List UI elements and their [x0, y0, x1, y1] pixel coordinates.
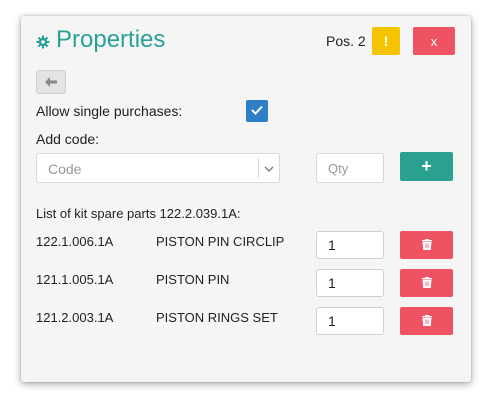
back-button[interactable]	[36, 70, 66, 94]
trash-icon	[421, 238, 432, 253]
trash-icon	[421, 276, 432, 291]
panel-header: Properties	[36, 26, 165, 54]
delete-button[interactable]	[400, 307, 453, 335]
part-name: PISTON RINGS SET	[156, 310, 278, 325]
allow-single-checkbox[interactable]	[246, 100, 268, 122]
part-qty-input[interactable]	[316, 269, 384, 297]
delete-button[interactable]	[400, 269, 453, 297]
part-name: PISTON PIN	[156, 272, 230, 287]
delete-button[interactable]	[400, 231, 453, 259]
part-name: PISTON PIN CIRCLIP	[156, 234, 285, 249]
list-item: 121.2.003.1A PISTON RINGS SET	[21, 307, 471, 337]
select-divider	[258, 158, 259, 178]
close-button[interactable]: x	[413, 27, 455, 55]
kit-list-title: List of kit spare parts 122.2.039.1A:	[36, 206, 241, 221]
page-title: Properties	[56, 26, 166, 53]
add-code-button[interactable]: +	[400, 152, 453, 181]
gear-icon	[36, 35, 50, 49]
position-label: Pos. 2	[326, 33, 366, 49]
warning-button[interactable]: !	[372, 27, 400, 55]
trash-icon	[421, 314, 432, 329]
add-code-label: Add code:	[36, 131, 100, 147]
part-code: 121.2.003.1A	[36, 310, 114, 325]
code-select[interactable]: Code	[36, 153, 280, 183]
part-qty-input[interactable]	[316, 307, 384, 335]
list-item: 121.1.005.1A PISTON PIN	[21, 269, 471, 299]
allow-single-label: Allow single purchases:	[36, 103, 183, 119]
part-code: 122.1.006.1A	[36, 234, 114, 249]
qty-input[interactable]	[316, 153, 384, 183]
list-item: 122.1.006.1A PISTON PIN CIRCLIP	[21, 231, 471, 261]
properties-panel: Properties Pos. 2 ! x Allow single purch…	[21, 16, 471, 382]
chevron-down-icon	[263, 162, 275, 174]
code-placeholder: Code	[48, 161, 82, 177]
part-code: 121.1.005.1A	[36, 272, 114, 287]
part-qty-input[interactable]	[316, 231, 384, 259]
check-icon	[251, 102, 263, 120]
arrow-left-icon	[45, 75, 57, 90]
